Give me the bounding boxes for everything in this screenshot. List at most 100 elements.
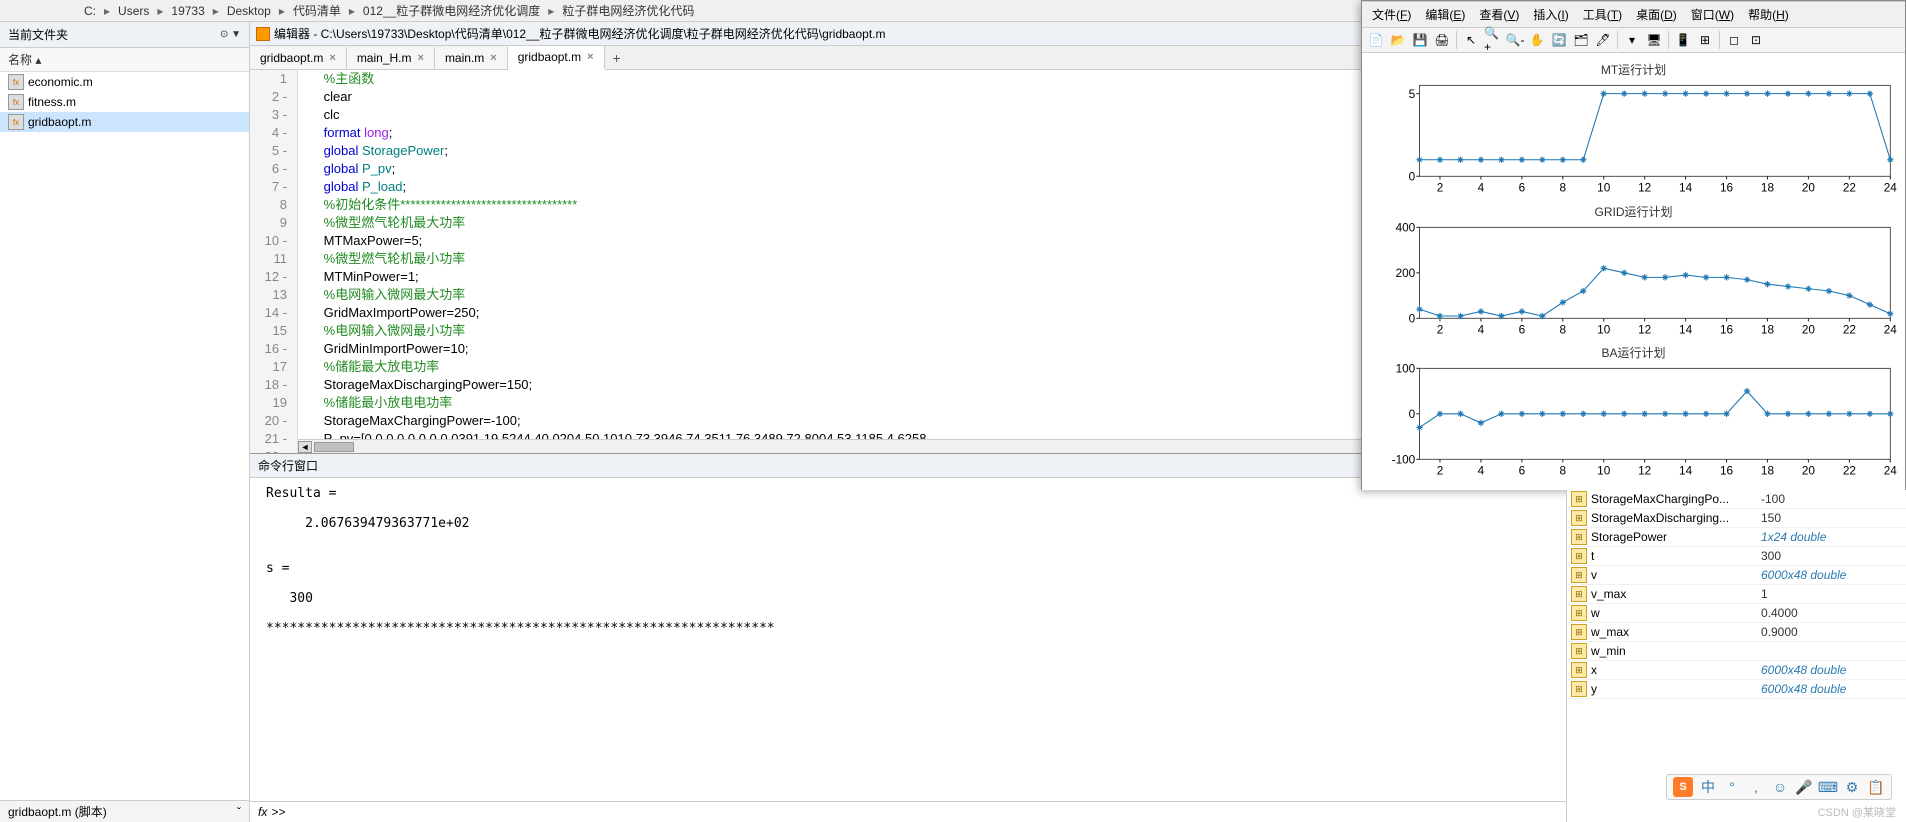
svg-text:400: 400 bbox=[1396, 221, 1416, 234]
sidebar-name-column[interactable]: 名称 ▴ bbox=[0, 48, 249, 72]
tab-close-icon[interactable]: × bbox=[329, 52, 335, 64]
toolbar-button[interactable]: ↖ bbox=[1461, 30, 1481, 50]
ime-button[interactable]: 中 bbox=[1699, 778, 1717, 796]
breadcrumb-sep-icon: ▸ bbox=[100, 4, 114, 18]
ime-button[interactable]: ⚙ bbox=[1843, 778, 1861, 796]
svg-text:24: 24 bbox=[1884, 323, 1898, 336]
svg-text:20: 20 bbox=[1802, 465, 1816, 478]
breadcrumb-item[interactable]: 粒子群电网经济优化代码 bbox=[558, 2, 698, 19]
subplot: BA运行计划-100010024681012141618202224 bbox=[1366, 344, 1901, 482]
tab-label: gridbaopt.m bbox=[518, 50, 581, 64]
var-icon: ⊞ bbox=[1571, 662, 1587, 678]
file-item[interactable]: fxeconomic.m bbox=[0, 72, 249, 92]
workspace-row[interactable]: ⊞StorageMaxChargingPo...-100 bbox=[1567, 490, 1906, 509]
toolbar-button[interactable]: 🗂 bbox=[1571, 30, 1591, 50]
tab-close-icon[interactable]: × bbox=[418, 52, 424, 64]
workspace-row[interactable]: ⊞v_max1 bbox=[1567, 585, 1906, 604]
figure-menu-item[interactable]: 插入(I) bbox=[1527, 4, 1574, 25]
svg-text:10: 10 bbox=[1597, 323, 1611, 336]
file-item[interactable]: fxgridbaopt.m bbox=[0, 112, 249, 132]
toolbar-button[interactable]: 🔄 bbox=[1549, 30, 1569, 50]
workspace-row[interactable]: ⊞w_max0.9000 bbox=[1567, 623, 1906, 642]
breadcrumb-item[interactable]: Desktop bbox=[223, 4, 275, 18]
svg-text:12: 12 bbox=[1638, 323, 1651, 336]
ime-button[interactable]: 📋 bbox=[1867, 778, 1885, 796]
figure-menu-item[interactable]: 窗口(W) bbox=[1685, 4, 1740, 25]
ime-toolbar[interactable]: S中 °, ☺ 🎤 ⌨ ⚙ 📋 bbox=[1666, 774, 1892, 800]
workspace-row[interactable]: ⊞x6000x48 double bbox=[1567, 661, 1906, 680]
file-item[interactable]: fxfitness.m bbox=[0, 92, 249, 112]
editor-tab[interactable]: gridbaopt.m × bbox=[508, 46, 605, 70]
ime-button[interactable]: ⌨ bbox=[1819, 778, 1837, 796]
var-value: -100 bbox=[1761, 492, 1902, 506]
sidebar-title: 当前文件夹 bbox=[8, 26, 68, 43]
ime-button[interactable]: ☺ bbox=[1771, 778, 1789, 796]
workspace-row[interactable]: ⊞w_min bbox=[1567, 642, 1906, 661]
figure-menu-item[interactable]: 查看(V) bbox=[1473, 4, 1525, 25]
toolbar-button[interactable]: 💾 bbox=[1410, 30, 1430, 50]
svg-text:18: 18 bbox=[1761, 181, 1775, 194]
toolbar-button[interactable]: 🖨 bbox=[1432, 30, 1452, 50]
toolbar-button[interactable]: 📄 bbox=[1366, 30, 1386, 50]
workspace-row[interactable]: ⊞StorageMaxDischarging...150 bbox=[1567, 509, 1906, 528]
toolbar-button[interactable]: ◻ bbox=[1724, 30, 1744, 50]
breadcrumb-item[interactable]: 代码清单 bbox=[289, 2, 345, 19]
ime-button[interactable]: ° bbox=[1723, 778, 1741, 796]
workspace-row[interactable]: ⊞StoragePower1x24 double bbox=[1567, 528, 1906, 547]
svg-text:14: 14 bbox=[1679, 181, 1693, 194]
editor-tab[interactable]: main_H.m× bbox=[347, 47, 435, 69]
toolbar-button[interactable]: ⊞ bbox=[1695, 30, 1715, 50]
workspace-row[interactable]: ⊞t300 bbox=[1567, 547, 1906, 566]
svg-text:10: 10 bbox=[1597, 465, 1611, 478]
tab-close-icon[interactable]: × bbox=[587, 51, 593, 63]
svg-text:24: 24 bbox=[1884, 465, 1898, 478]
figure-menu-item[interactable]: 帮助(H) bbox=[1742, 4, 1795, 25]
toolbar-button[interactable]: ✋ bbox=[1527, 30, 1547, 50]
breadcrumb-item[interactable]: 19733 bbox=[167, 4, 208, 18]
svg-text:8: 8 bbox=[1560, 181, 1567, 194]
svg-text:8: 8 bbox=[1560, 323, 1567, 336]
figure-menu-item[interactable]: 桌面(D) bbox=[1630, 4, 1683, 25]
ime-button[interactable]: 🎤 bbox=[1795, 778, 1813, 796]
toolbar-button[interactable]: 📂 bbox=[1388, 30, 1408, 50]
tab-add-button[interactable]: + bbox=[605, 48, 629, 68]
toolbar-button[interactable]: 🖥 bbox=[1644, 30, 1664, 50]
toolbar-button[interactable]: ⊡ bbox=[1746, 30, 1766, 50]
subplot: MT运行计划0524681012141618202224 bbox=[1366, 61, 1901, 199]
figure-menu-item[interactable]: 文件(F) bbox=[1366, 4, 1417, 25]
breadcrumb-item[interactable]: C: bbox=[80, 4, 100, 18]
var-value: 1x24 double bbox=[1761, 530, 1902, 544]
ime-button[interactable]: , bbox=[1747, 778, 1765, 796]
toolbar-button[interactable]: ▾ bbox=[1622, 30, 1642, 50]
sidebar-dropdown-icon[interactable]: ⊙ ▼ bbox=[220, 29, 241, 40]
subplot-title: MT运行计划 bbox=[1366, 61, 1901, 78]
editor-tab[interactable]: main.m× bbox=[435, 47, 508, 69]
figure-menu-item[interactable]: 编辑(E) bbox=[1419, 4, 1471, 25]
workspace-row[interactable]: ⊞v6000x48 double bbox=[1567, 566, 1906, 585]
expand-icon[interactable]: ˇ bbox=[237, 805, 241, 819]
toolbar-button[interactable]: 🔍- bbox=[1505, 30, 1525, 50]
figure-menu-item[interactable]: 工具(T) bbox=[1577, 4, 1628, 25]
toolbar-button[interactable]: 🖊 bbox=[1593, 30, 1613, 50]
var-icon: ⊞ bbox=[1571, 510, 1587, 526]
workspace-row[interactable]: ⊞w0.4000 bbox=[1567, 604, 1906, 623]
breadcrumb-item[interactable]: 012__粒子群微电网经济优化调度 bbox=[359, 2, 544, 19]
figure-menubar: 文件(F)编辑(E)查看(V)插入(I)工具(T)桌面(D)窗口(W)帮助(H) bbox=[1362, 2, 1905, 28]
svg-text:0: 0 bbox=[1409, 171, 1416, 184]
scroll-left-icon[interactable]: ◄ bbox=[298, 441, 312, 453]
breadcrumb-item[interactable]: Users bbox=[114, 4, 153, 18]
svg-text:6: 6 bbox=[1519, 465, 1526, 478]
scroll-thumb[interactable] bbox=[314, 442, 354, 452]
editor-tab[interactable]: gridbaopt.m× bbox=[250, 47, 347, 69]
toolbar-button[interactable]: 🔍+ bbox=[1483, 30, 1503, 50]
workspace-row[interactable]: ⊞y6000x48 double bbox=[1567, 680, 1906, 699]
svg-text:10: 10 bbox=[1597, 181, 1611, 194]
figure-toolbar: 📄📂💾🖨 ↖🔍+🔍-✋🔄🗂🖊 ▾🖥 📱⊞ ◻⊡ bbox=[1362, 28, 1905, 53]
figure-window[interactable]: 文件(F)编辑(E)查看(V)插入(I)工具(T)桌面(D)窗口(W)帮助(H)… bbox=[1361, 0, 1906, 490]
ime-logo-icon[interactable]: S bbox=[1673, 777, 1693, 797]
var-name: x bbox=[1591, 663, 1761, 677]
sort-icon: ▴ bbox=[35, 53, 41, 67]
file-name: gridbaopt.m bbox=[28, 115, 91, 129]
toolbar-button[interactable]: 📱 bbox=[1673, 30, 1693, 50]
tab-close-icon[interactable]: × bbox=[490, 52, 496, 64]
